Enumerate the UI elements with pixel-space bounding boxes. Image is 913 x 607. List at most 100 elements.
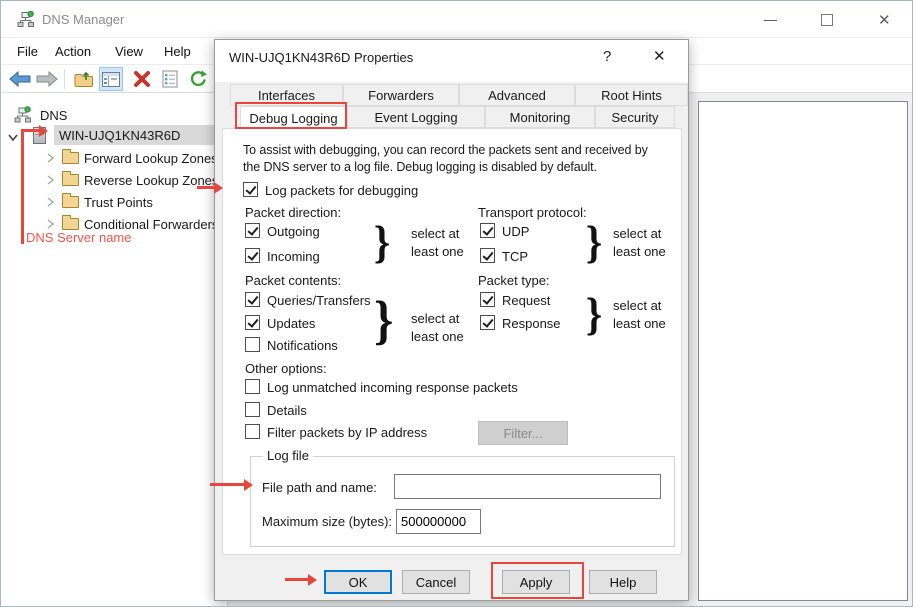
intro-line-1: To assist with debugging, you can record… xyxy=(243,142,648,158)
tcp-checkbox[interactable] xyxy=(480,248,495,263)
log-file-group: Log file File path and name: Maximum siz… xyxy=(250,456,675,547)
log-unmatched-label[interactable]: Log unmatched incoming response packets xyxy=(267,380,518,396)
tree-item-trust-points[interactable]: Trust Points xyxy=(84,195,153,211)
max-size-input[interactable] xyxy=(396,509,481,534)
title-bar: DNS Manager ✕ xyxy=(2,1,913,38)
file-path-label: File path and name: xyxy=(262,480,377,496)
folder-icon xyxy=(62,152,79,164)
packet-direction-label: Packet direction: xyxy=(245,205,341,221)
back-icon[interactable] xyxy=(8,67,32,91)
request-checkbox[interactable] xyxy=(480,292,495,307)
dns-manager-window: DNS Manager ✕ File Action View Help xyxy=(0,0,913,607)
maximize-icon[interactable] xyxy=(821,14,833,26)
filter-button: Filter... xyxy=(478,421,568,445)
tab-advanced[interactable]: Advanced xyxy=(459,84,575,106)
help-button[interactable]: Help xyxy=(589,570,657,594)
details-label[interactable]: Details xyxy=(267,403,307,419)
dialog-help-icon[interactable]: ? xyxy=(603,48,611,65)
tree-item-dns[interactable]: DNS xyxy=(40,108,67,124)
incoming-label[interactable]: Incoming xyxy=(267,249,320,265)
tree-panel: DNS WIN-UJQ1KN43R6D Forward Lookup Zones… xyxy=(2,93,228,607)
log-file-group-label: Log file xyxy=(263,448,313,464)
minimize-icon[interactable] xyxy=(764,20,777,21)
folder-icon xyxy=(62,218,79,230)
collapse-chevron-icon[interactable] xyxy=(46,218,54,233)
queries-checkbox[interactable] xyxy=(245,292,260,307)
forward-icon[interactable] xyxy=(35,67,59,91)
max-size-label: Maximum size (bytes): xyxy=(262,514,392,530)
menu-action[interactable]: Action xyxy=(55,44,91,60)
brace-glyph: } xyxy=(586,287,602,340)
request-label[interactable]: Request xyxy=(502,293,550,309)
udp-checkbox[interactable] xyxy=(480,223,495,238)
notifications-label[interactable]: Notifications xyxy=(267,338,338,354)
tree-item-conditional-forwarders[interactable]: Conditional Forwarders xyxy=(84,217,218,233)
select-note: select at xyxy=(411,311,459,327)
server-icon xyxy=(33,127,46,144)
details-checkbox[interactable] xyxy=(245,402,260,417)
response-label[interactable]: Response xyxy=(502,316,561,332)
tab-interfaces[interactable]: Interfaces xyxy=(230,84,343,106)
console-tree-icon[interactable] xyxy=(99,67,123,91)
dialog-close-icon[interactable]: ✕ xyxy=(653,47,666,65)
log-packets-checkbox[interactable] xyxy=(243,182,258,197)
expand-chevron-icon[interactable] xyxy=(7,131,19,146)
select-note: select at xyxy=(613,298,661,314)
log-packets-label[interactable]: Log packets for debugging xyxy=(265,183,418,199)
select-note: select at xyxy=(411,226,459,242)
notifications-checkbox[interactable] xyxy=(245,337,260,352)
dns-root-icon xyxy=(14,106,32,126)
outgoing-checkbox[interactable] xyxy=(245,223,260,238)
log-unmatched-checkbox[interactable] xyxy=(245,379,260,394)
dialog-title: WIN-UJQ1KN43R6D Properties xyxy=(229,50,413,66)
collapse-chevron-icon[interactable] xyxy=(46,196,54,211)
other-options-label: Other options: xyxy=(245,361,327,377)
properties-dialog: WIN-UJQ1KN43R6D Properties ? ✕ Interface… xyxy=(214,39,689,601)
tab-security[interactable]: Security xyxy=(595,106,675,128)
filter-by-ip-checkbox[interactable] xyxy=(245,424,260,439)
menu-file[interactable]: File xyxy=(17,44,38,60)
updates-label[interactable]: Updates xyxy=(267,316,315,332)
packet-contents-label: Packet contents: xyxy=(245,273,341,289)
incoming-checkbox[interactable] xyxy=(245,248,260,263)
tree-item-forward-zones[interactable]: Forward Lookup Zones xyxy=(84,151,218,167)
folder-icon xyxy=(62,196,79,208)
export-list-icon[interactable] xyxy=(72,67,96,91)
tab-event-logging[interactable]: Event Logging xyxy=(347,106,485,128)
updates-checkbox[interactable] xyxy=(245,315,260,330)
tree-item-server[interactable]: WIN-UJQ1KN43R6D xyxy=(59,128,180,144)
select-note: least one xyxy=(411,244,464,260)
select-note: least one xyxy=(613,244,666,260)
delete-icon[interactable] xyxy=(130,67,154,91)
select-note: select at xyxy=(613,226,661,242)
tab-debug-logging[interactable]: Debug Logging xyxy=(240,106,347,129)
window-title: DNS Manager xyxy=(42,12,124,28)
brace-glyph: } xyxy=(586,215,602,268)
menu-view[interactable]: View xyxy=(115,44,143,60)
tab-forwarders[interactable]: Forwarders xyxy=(343,84,459,106)
brace-glyph: } xyxy=(374,289,393,351)
tab-monitoring[interactable]: Monitoring xyxy=(485,106,595,128)
apply-button[interactable]: Apply xyxy=(502,570,570,594)
response-checkbox[interactable] xyxy=(480,315,495,330)
menu-help[interactable]: Help xyxy=(164,44,191,60)
udp-label[interactable]: UDP xyxy=(502,224,529,240)
filter-by-ip-label[interactable]: Filter packets by IP address xyxy=(267,425,427,441)
transport-protocol-label: Transport protocol: xyxy=(478,205,587,221)
folder-icon xyxy=(62,174,79,186)
ok-button[interactable]: OK xyxy=(324,570,392,594)
properties-icon[interactable] xyxy=(158,67,182,91)
packet-type-label: Packet type: xyxy=(478,273,550,289)
queries-label[interactable]: Queries/Transfers xyxy=(267,293,371,309)
collapse-chevron-icon[interactable] xyxy=(46,174,54,189)
brace-glyph: } xyxy=(374,215,390,268)
file-path-input[interactable] xyxy=(394,474,661,499)
tab-root-hints[interactable]: Root Hints xyxy=(575,84,688,106)
cancel-button[interactable]: Cancel xyxy=(402,570,470,594)
tree-item-reverse-zones[interactable]: Reverse Lookup Zones xyxy=(84,173,218,189)
collapse-chevron-icon[interactable] xyxy=(46,152,54,167)
refresh-icon[interactable] xyxy=(186,67,210,91)
outgoing-label[interactable]: Outgoing xyxy=(267,224,320,240)
close-icon[interactable]: ✕ xyxy=(878,11,891,29)
tcp-label[interactable]: TCP xyxy=(502,249,528,265)
